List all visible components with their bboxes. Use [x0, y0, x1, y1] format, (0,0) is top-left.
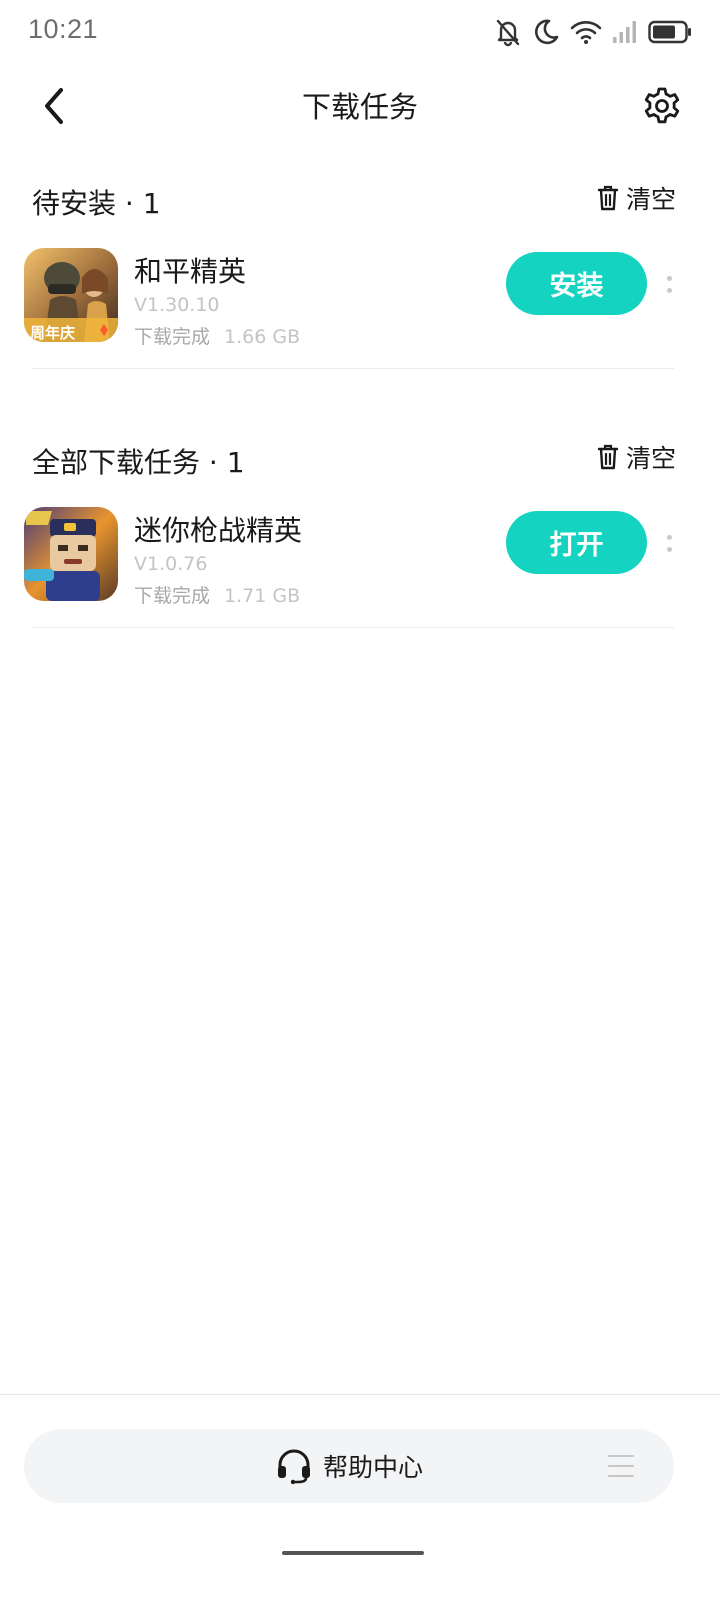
signal-icon	[612, 20, 638, 44]
battery-icon	[648, 20, 692, 44]
download-status: 下载完成	[134, 326, 211, 348]
help-center-button[interactable]: 帮助中心	[24, 1429, 674, 1503]
install-button[interactable]: 安装	[506, 252, 647, 315]
status-bar: 10:21	[0, 0, 720, 64]
home-indicator[interactable]	[282, 1551, 424, 1555]
divider	[32, 368, 674, 369]
app-name: 迷你枪战精英	[134, 514, 303, 547]
more-dot	[666, 534, 672, 540]
download-tasks-screen: 10:21 下载任务 待安装 · 1 清空 周年庆 和平精英 V1.30.10 …	[0, 0, 720, 1600]
divider	[32, 627, 674, 628]
section-title: 待安装 · 1	[32, 187, 161, 220]
status-icons	[494, 12, 692, 52]
help-center-bar[interactable]: 帮助中心	[24, 1429, 674, 1503]
clear-pending-button[interactable]: 清空	[596, 180, 676, 216]
app-version: V1.30.10	[134, 294, 220, 316]
section-header: 全部下载任务 · 1 清空	[0, 429, 720, 489]
more-options-button[interactable]	[660, 523, 678, 563]
file-size: 1.71 GB	[224, 585, 301, 607]
app-name: 和平精英	[134, 255, 247, 288]
more-dot	[666, 546, 672, 552]
app-icon-mini-gunfight-elite[interactable]	[24, 507, 118, 601]
bottom-divider	[0, 1394, 720, 1395]
download-status: 下载完成	[134, 585, 211, 607]
file-size: 1.66 GB	[224, 326, 301, 348]
all-downloads-section: 全部下载任务 · 1 清空 迷你枪战精英 V1.0.76 下载完成 1.71 G…	[0, 429, 720, 629]
clear-label: 清空	[625, 444, 676, 473]
icon-caption: 周年庆	[30, 324, 75, 342]
moon-icon	[532, 18, 560, 46]
clear-label: 清空	[625, 185, 676, 214]
headset-icon	[277, 1449, 310, 1485]
menu-line	[608, 1465, 634, 1467]
list-item[interactable]: 迷你枪战精英 V1.0.76 下载完成 1.71 GB 打开	[0, 489, 720, 629]
menu-line	[608, 1455, 634, 1457]
list-item[interactable]: 周年庆 和平精英 V1.30.10 下载完成 1.66 GB 安装	[0, 230, 720, 370]
menu-icon[interactable]	[608, 1455, 634, 1477]
app-version: V1.0.76	[134, 553, 208, 575]
trash-icon	[597, 444, 619, 470]
menu-line	[608, 1475, 634, 1477]
gear-icon	[644, 87, 680, 124]
bell-off-icon	[494, 17, 522, 47]
more-dot	[666, 275, 672, 281]
section-title: 全部下载任务 · 1	[32, 446, 245, 479]
open-button[interactable]: 打开	[506, 511, 647, 574]
page-title: 下载任务	[301, 90, 418, 124]
app-header: 下载任务	[0, 70, 720, 146]
status-time: 10:21	[28, 14, 99, 44]
clear-all-button[interactable]: 清空	[596, 439, 676, 475]
more-options-button[interactable]	[660, 264, 678, 304]
help-center-label: 帮助中心	[322, 1453, 423, 1482]
wifi-icon	[570, 19, 602, 45]
app-icon-heping-jingying[interactable]: 周年庆	[24, 248, 118, 342]
settings-button[interactable]	[640, 84, 684, 128]
app-status-line: 下载完成 1.71 GB	[134, 581, 300, 608]
app-status-line: 下载完成 1.66 GB	[134, 322, 300, 349]
more-dot	[666, 287, 672, 293]
trash-icon	[597, 185, 619, 211]
section-header: 待安装 · 1 清空	[0, 170, 720, 230]
pending-install-section: 待安装 · 1 清空 周年庆 和平精英 V1.30.10 下载完成 1.66 G…	[0, 170, 720, 370]
